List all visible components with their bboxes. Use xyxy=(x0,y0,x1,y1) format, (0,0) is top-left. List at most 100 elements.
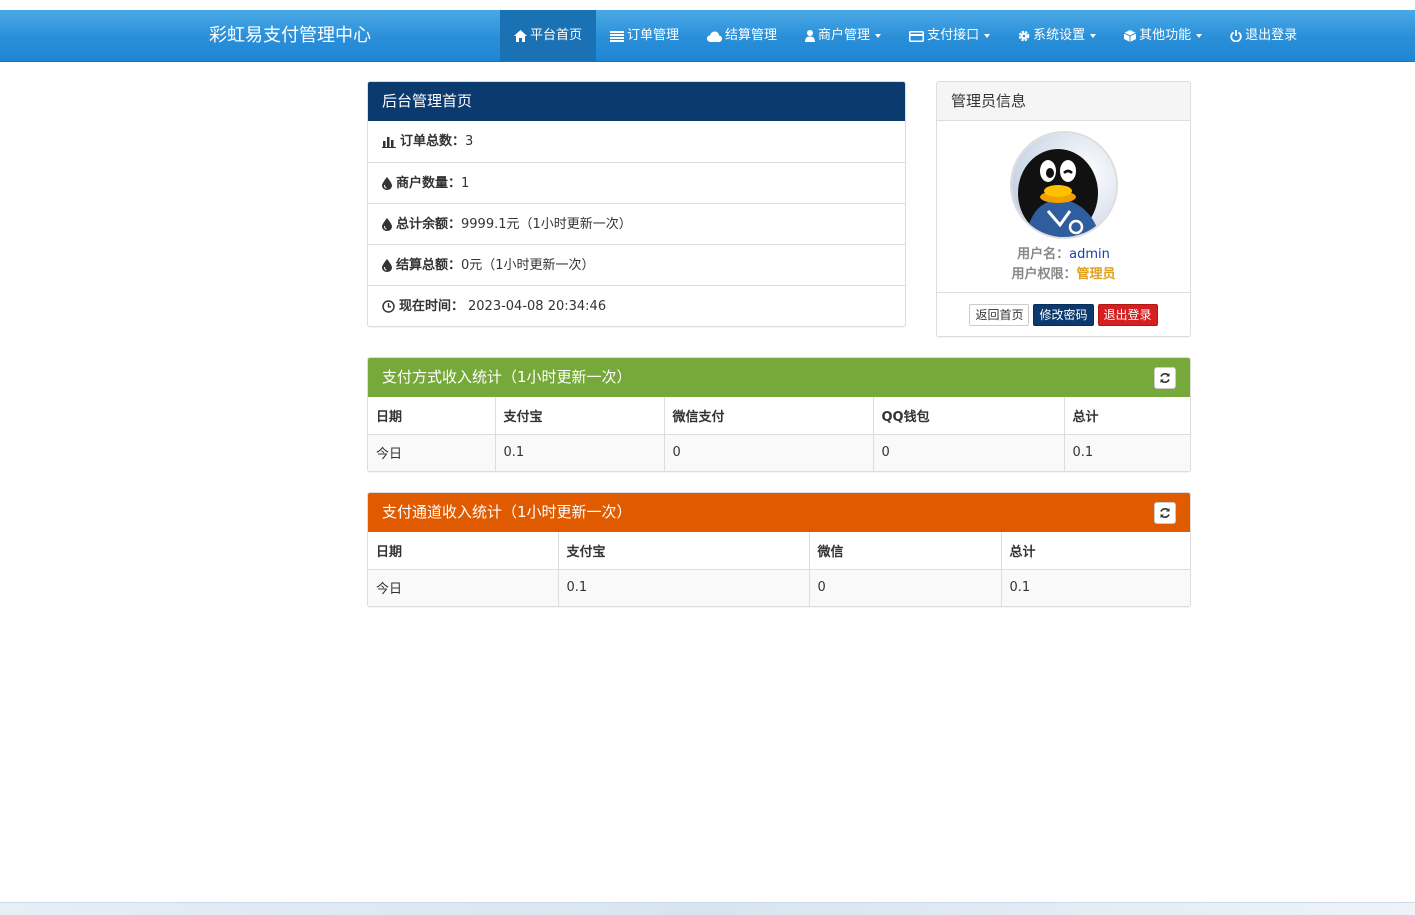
penguin-avatar-icon xyxy=(1011,133,1116,237)
nav-home-label: 平台首页 xyxy=(530,28,583,43)
cell-total: 0.1 xyxy=(1063,434,1190,471)
stat-order-total: 订单总数： 3 xyxy=(368,121,905,162)
nav-payment[interactable]: 支付接口 xyxy=(895,10,1004,62)
top-navbar: 彩虹易支付管理中心 平台首页 订单管理 结算管理 商户管理 支付接口 系统设置 xyxy=(0,10,1415,62)
chevron-down-icon xyxy=(1196,34,1203,38)
avatar xyxy=(1009,131,1118,239)
nav-other[interactable]: 其他功能 xyxy=(1110,10,1216,62)
nav-merchants-label: 商户管理 xyxy=(818,28,871,43)
clock-icon xyxy=(382,299,395,313)
nav-other-label: 其他功能 xyxy=(1139,28,1192,43)
cell-qq-wallet: 0 xyxy=(872,434,1064,471)
col-alipay: 支付宝 xyxy=(494,397,664,435)
admin-username: admin xyxy=(1069,247,1110,262)
admin-actions: 返回首页 修改密码 退出登录 xyxy=(937,292,1190,336)
stat-merchant-count-value: 1 xyxy=(461,175,470,191)
stat-merchant-count-label: 商户数量： xyxy=(396,175,462,191)
chevron-down-icon xyxy=(875,34,882,38)
col-qq-wallet: QQ钱包 xyxy=(872,397,1064,435)
col-date: 日期 xyxy=(368,397,495,435)
nav-logout[interactable]: 退出登录 xyxy=(1216,10,1311,62)
stat-merchant-count: 商户数量： 1 xyxy=(368,162,905,203)
stat-balance-label: 总计余额： xyxy=(396,216,462,232)
nav-payment-label: 支付接口 xyxy=(927,28,980,43)
col-total: 总计 xyxy=(1000,532,1190,570)
col-date: 日期 xyxy=(368,532,558,570)
cell-total: 0.1 xyxy=(1000,569,1190,606)
stat-time: 现在时间： 2023-04-08 20:34:46 xyxy=(368,285,905,326)
cell-date: 今日 xyxy=(368,569,558,606)
channel-stats-header: 支付通道收入统计（1小时更新一次） xyxy=(368,493,1190,532)
nav-settlement-label: 结算管理 xyxy=(725,28,778,43)
stat-balance-value: 9999.1元（1小时更新一次） xyxy=(461,216,632,232)
nav-orders[interactable]: 订单管理 xyxy=(596,10,693,62)
stat-list: 订单总数： 3 商户数量： 1 总计余额： 9999.1元（1小时更新一次） 结… xyxy=(368,121,905,326)
nav-orders-label: 订单管理 xyxy=(627,28,680,43)
nav-system-label: 系统设置 xyxy=(1033,28,1086,43)
admin-body: 用户名：admin 用户权限：管理员 xyxy=(937,121,1190,285)
gear-icon xyxy=(1018,30,1030,42)
method-stats-panel: 支付方式收入统计（1小时更新一次） 日期 支付宝 微信支付 QQ钱包 总计 今日… xyxy=(367,357,1191,472)
tint-icon xyxy=(382,258,392,272)
cell-wechat-pay: 0 xyxy=(663,434,873,471)
col-wechat: 微信 xyxy=(808,532,1001,570)
table-row: 今日 0.1 0 0 0.1 xyxy=(368,434,1190,471)
stat-time-label: 现在时间： xyxy=(399,298,465,314)
nav-merchants[interactable]: 商户管理 xyxy=(791,10,895,62)
admin-role-line: 用户权限：管理员 xyxy=(937,265,1190,285)
method-stats-title: 支付方式收入统计（1小时更新一次） xyxy=(382,368,632,386)
cell-alipay: 0.1 xyxy=(494,434,664,471)
col-alipay: 支付宝 xyxy=(557,532,809,570)
main-nav: 平台首页 订单管理 结算管理 商户管理 支付接口 系统设置 其他功能 退出登录 xyxy=(500,10,1311,62)
channel-stats-title: 支付通道收入统计（1小时更新一次） xyxy=(382,503,632,521)
channel-stats-table: 日期 支付宝 微信 总计 今日 0.1 0 0.1 xyxy=(368,532,1190,606)
admin-role: 管理员 xyxy=(1076,267,1116,282)
user-icon xyxy=(805,30,816,42)
home-icon xyxy=(514,30,527,42)
stat-settle-value: 0元（1小时更新一次） xyxy=(461,257,595,273)
nav-home[interactable]: 平台首页 xyxy=(500,10,597,62)
tint-icon xyxy=(382,217,392,231)
admin-title: 管理员信息 xyxy=(937,82,1190,121)
stat-settle: 结算总额： 0元（1小时更新一次） xyxy=(368,244,905,285)
nav-logout-label: 退出登录 xyxy=(1245,28,1298,43)
channel-refresh-button[interactable] xyxy=(1154,502,1176,524)
dashboard-panel: 后台管理首页 订单总数： 3 商户数量： 1 总计余额： 9999.1元（1小时… xyxy=(367,81,906,327)
stat-order-total-value: 3 xyxy=(465,134,474,149)
method-stats-header: 支付方式收入统计（1小时更新一次） xyxy=(368,358,1190,397)
cube-icon xyxy=(1124,30,1137,42)
table-header-row: 日期 支付宝 微信支付 QQ钱包 总计 xyxy=(368,397,1190,435)
admin-role-label: 用户权限： xyxy=(1011,267,1077,282)
admin-panel: 管理员信息 用户名：admin 用户权限：管理员 返回首页 修改密码 退出登录 xyxy=(936,81,1191,337)
logout-button[interactable]: 退出登录 xyxy=(1097,303,1158,326)
back-home-button[interactable]: 返回首页 xyxy=(969,303,1030,326)
nav-system[interactable]: 系统设置 xyxy=(1004,10,1110,62)
brand-title[interactable]: 彩虹易支付管理中心 xyxy=(209,10,371,62)
tint-icon xyxy=(382,176,392,190)
refresh-icon xyxy=(1160,508,1170,518)
chevron-down-icon xyxy=(984,34,991,38)
bottom-bar xyxy=(0,902,1415,915)
power-icon xyxy=(1230,30,1242,42)
bar-chart-icon xyxy=(382,136,396,148)
col-wechat-pay: 微信支付 xyxy=(663,397,873,435)
stat-settle-label: 结算总额： xyxy=(396,257,462,273)
top-strip xyxy=(0,0,1415,10)
cloud-icon xyxy=(707,31,723,42)
channel-stats-panel: 支付通道收入统计（1小时更新一次） 日期 支付宝 微信 总计 今日 0.1 0 … xyxy=(367,492,1191,607)
table-row: 今日 0.1 0 0.1 xyxy=(368,569,1190,606)
list-icon xyxy=(610,30,625,42)
dashboard-title: 后台管理首页 xyxy=(368,82,905,121)
stat-balance: 总计余额： 9999.1元（1小时更新一次） xyxy=(368,203,905,244)
stat-order-total-label: 订单总数： xyxy=(400,134,466,149)
change-password-button[interactable]: 修改密码 xyxy=(1033,303,1094,326)
cell-alipay: 0.1 xyxy=(557,569,809,606)
method-stats-table: 日期 支付宝 微信支付 QQ钱包 总计 今日 0.1 0 0 0.1 xyxy=(368,397,1190,471)
method-refresh-button[interactable] xyxy=(1154,367,1176,389)
admin-username-label: 用户名： xyxy=(1017,247,1070,262)
nav-settlement[interactable]: 结算管理 xyxy=(693,10,791,62)
cell-wechat: 0 xyxy=(808,569,1001,606)
chevron-down-icon xyxy=(1090,34,1097,38)
table-header-row: 日期 支付宝 微信 总计 xyxy=(368,532,1190,570)
cell-date: 今日 xyxy=(368,434,495,471)
